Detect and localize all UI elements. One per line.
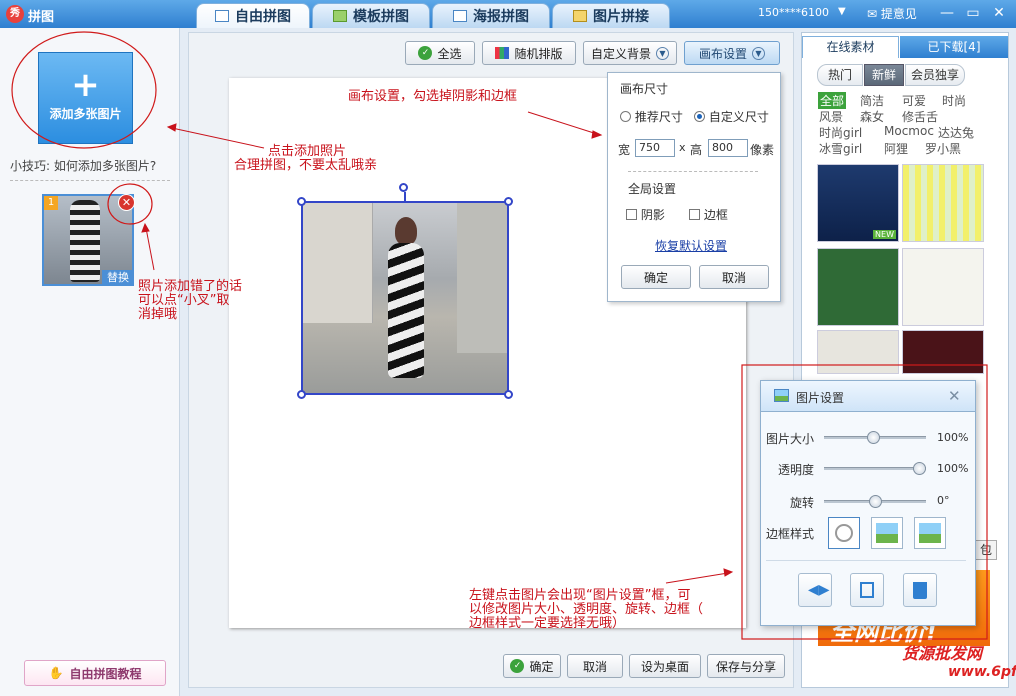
- annotation-canvas: 画布设置，勾选掉阴影和边框: [348, 89, 518, 104]
- annotation-dialog-3: 边框样式一定要选择无哦）: [469, 616, 626, 631]
- highlight-circle: [11, 31, 157, 149]
- watermark: 货源批发网: [902, 644, 983, 663]
- annotation-dialog-2: 以修改图片大小、透明度、旋转、边框（: [469, 602, 704, 617]
- annotation-dialog-1: 左键点击图片会出现“图片设置”框，可: [469, 588, 691, 603]
- annotation-delete-3: 消掉哦: [138, 307, 178, 322]
- highlight-circle: [107, 183, 153, 225]
- annotation-add-photo: 点击添加照片: [268, 144, 347, 159]
- annotation-arrange: 合理拼图，不要太乱哦亲: [234, 158, 378, 173]
- watermark-url: www.6pf.cn: [948, 664, 1016, 680]
- highlight-rect: [741, 364, 988, 640]
- annotation-delete-1: 照片添加错了的话: [138, 279, 243, 294]
- annotation-delete-2: 可以点“小叉”取: [138, 293, 230, 308]
